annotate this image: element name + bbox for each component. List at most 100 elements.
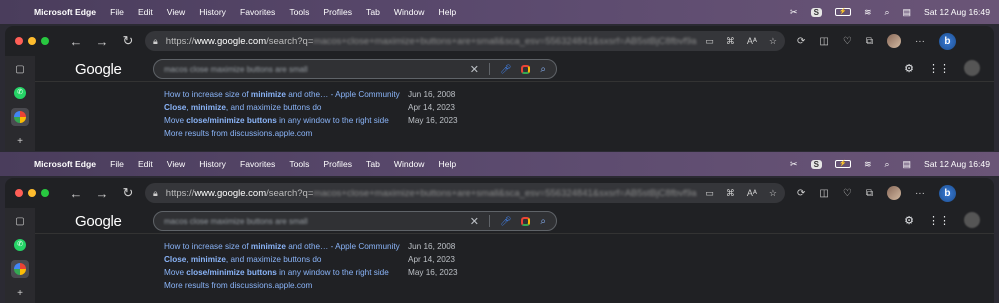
google-tab-item[interactable] <box>11 108 29 126</box>
menu-tab[interactable]: Tab <box>366 159 380 169</box>
status-pill-icon[interactable]: S <box>810 159 822 169</box>
app-menu[interactable]: Microsoft Edge <box>34 159 96 169</box>
collections-icon[interactable]: ⧉ <box>866 188 873 199</box>
microphone-icon[interactable]: 🎤︎ <box>500 64 511 75</box>
extensions-icon[interactable]: ⟳ <box>797 36 805 47</box>
menu-help[interactable]: Help <box>438 7 456 17</box>
profile-avatar[interactable] <box>886 186 901 200</box>
more-options-icon[interactable]: ··· <box>915 188 925 199</box>
whatsapp-sidebar-item[interactable]: ✆ <box>11 236 29 254</box>
google-apps-grid-icon[interactable]: ⋮⋮ <box>928 214 950 227</box>
clear-search-icon[interactable]: ✕ <box>470 63 479 76</box>
menu-tools[interactable]: Tools <box>289 159 309 169</box>
result-link[interactable]: Close, minimize, and maximize buttons do <box>164 253 408 266</box>
split-screen-icon[interactable]: ◫ <box>819 36 828 47</box>
lock-icon[interactable]: 🔒︎ <box>153 36 158 47</box>
battery-icon[interactable]: ⚡ <box>834 8 851 16</box>
result-link[interactable]: How to increase size of minimize and oth… <box>164 240 408 253</box>
minimize-window-button[interactable] <box>28 37 36 45</box>
app-menu[interactable]: Microsoft Edge <box>34 7 96 17</box>
google-lens-icon[interactable] <box>521 216 531 226</box>
google-account-avatar[interactable] <box>964 60 980 76</box>
result-link[interactable]: Move close/minimize buttons in any windo… <box>164 266 408 279</box>
forward-arrow-icon[interactable]: → <box>93 186 111 201</box>
result-link[interactable]: How to increase size of minimize and oth… <box>164 88 408 101</box>
whatsapp-sidebar-item[interactable]: ✆ <box>11 84 29 102</box>
menu-favorites[interactable]: Favorites <box>240 7 275 17</box>
menu-history[interactable]: History <box>199 159 226 169</box>
wifi-icon[interactable]: ≋ <box>864 159 872 170</box>
menu-view[interactable]: View <box>167 159 185 169</box>
google-lens-icon[interactable] <box>521 64 531 74</box>
menu-view[interactable]: View <box>167 7 185 17</box>
reload-icon[interactable]: ↻ <box>119 185 137 201</box>
settings-gear-icon[interactable]: ⚙ <box>904 214 914 227</box>
google-account-avatar[interactable] <box>964 212 980 228</box>
google-tab-item[interactable] <box>11 260 29 278</box>
cast-icon[interactable]: ▭ <box>705 188 714 199</box>
google-search-box[interactable]: macos close maximize buttons are small ✕… <box>153 59 557 79</box>
menu-window[interactable]: Window <box>394 159 425 169</box>
menubar-clock[interactable]: Sat 12 Aug 16:49 <box>924 7 990 17</box>
microphone-icon[interactable]: 🎤︎ <box>500 216 511 227</box>
more-results-link[interactable]: More results from discussions.apple.com <box>164 127 464 140</box>
profile-avatar[interactable] <box>886 34 901 48</box>
wifi-icon[interactable]: ≋ <box>864 7 872 18</box>
maximize-window-button[interactable] <box>41 37 49 45</box>
tab-actions-icon[interactable]: ▢ <box>11 212 29 230</box>
control-center-icon[interactable]: ▤ <box>903 159 912 170</box>
close-window-button[interactable] <box>15 189 23 197</box>
search-icon[interactable]: ⌕ <box>540 216 546 227</box>
apps-icon[interactable]: ⌘ <box>726 36 735 47</box>
spotlight-search-icon[interactable]: ⌕ <box>884 7 889 18</box>
google-logo[interactable]: Google <box>75 213 122 230</box>
cast-icon[interactable]: ▭ <box>705 36 714 47</box>
menu-edit[interactable]: Edit <box>138 7 153 17</box>
menu-history[interactable]: History <box>199 7 226 17</box>
favorites-heart-icon[interactable]: ♡ <box>843 188 852 199</box>
google-search-box[interactable]: macos close maximize buttons are small ✕… <box>153 211 557 231</box>
close-window-button[interactable] <box>15 37 23 45</box>
menu-favorites[interactable]: Favorites <box>240 159 275 169</box>
reload-icon[interactable]: ↻ <box>119 33 137 49</box>
search-icon[interactable]: ⌕ <box>540 64 546 75</box>
result-link[interactable]: Close, minimize, and maximize buttons do <box>164 101 408 114</box>
back-arrow-icon[interactable]: ← <box>67 34 85 49</box>
minimize-window-button[interactable] <box>28 189 36 197</box>
more-options-icon[interactable]: ··· <box>915 36 925 47</box>
menu-window[interactable]: Window <box>394 7 425 17</box>
scissors-icon[interactable]: ✂ <box>790 159 798 170</box>
menu-edit[interactable]: Edit <box>138 159 153 169</box>
menu-profiles[interactable]: Profiles <box>323 7 352 17</box>
menubar-clock[interactable]: Sat 12 Aug 16:49 <box>924 159 990 169</box>
extensions-icon[interactable]: ⟳ <box>797 188 805 199</box>
search-query-text[interactable]: macos close maximize buttons are small <box>164 65 308 74</box>
menu-tab[interactable]: Tab <box>366 7 380 17</box>
menu-profiles[interactable]: Profiles <box>323 159 352 169</box>
favorites-heart-icon[interactable]: ♡ <box>843 36 852 47</box>
status-pill-icon[interactable]: S <box>810 7 822 17</box>
tab-actions-icon[interactable]: ▢ <box>11 60 29 78</box>
search-query-text[interactable]: macos close maximize buttons are small <box>164 217 308 226</box>
bing-copilot-icon[interactable]: b <box>938 184 956 202</box>
google-logo[interactable]: Google <box>75 61 122 78</box>
menu-help[interactable]: Help <box>438 159 456 169</box>
more-results-link[interactable]: More results from discussions.apple.com <box>164 279 464 292</box>
address-bar[interactable]: 🔒︎ https://www.google.com/search?q= macos… <box>145 31 785 51</box>
menu-file[interactable]: File <box>110 159 124 169</box>
bing-copilot-icon[interactable]: b <box>938 32 956 50</box>
address-bar[interactable]: 🔒︎ https://www.google.com/search?q= macos… <box>145 183 785 203</box>
collections-icon[interactable]: ⧉ <box>866 36 873 47</box>
favorite-star-icon[interactable]: ☆ <box>769 36 777 47</box>
read-aloud-icon[interactable]: Aᴬ <box>747 188 757 199</box>
apps-icon[interactable]: ⌘ <box>726 188 735 199</box>
forward-arrow-icon[interactable]: → <box>93 34 111 49</box>
scissors-icon[interactable]: ✂ <box>790 7 798 18</box>
result-link[interactable]: Move close/minimize buttons in any windo… <box>164 114 408 127</box>
spotlight-search-icon[interactable]: ⌕ <box>884 159 889 170</box>
add-tab-icon[interactable]: + <box>11 284 29 302</box>
split-screen-icon[interactable]: ◫ <box>819 188 828 199</box>
back-arrow-icon[interactable]: ← <box>67 186 85 201</box>
control-center-icon[interactable]: ▤ <box>903 7 912 18</box>
lock-icon[interactable]: 🔒︎ <box>153 188 158 199</box>
